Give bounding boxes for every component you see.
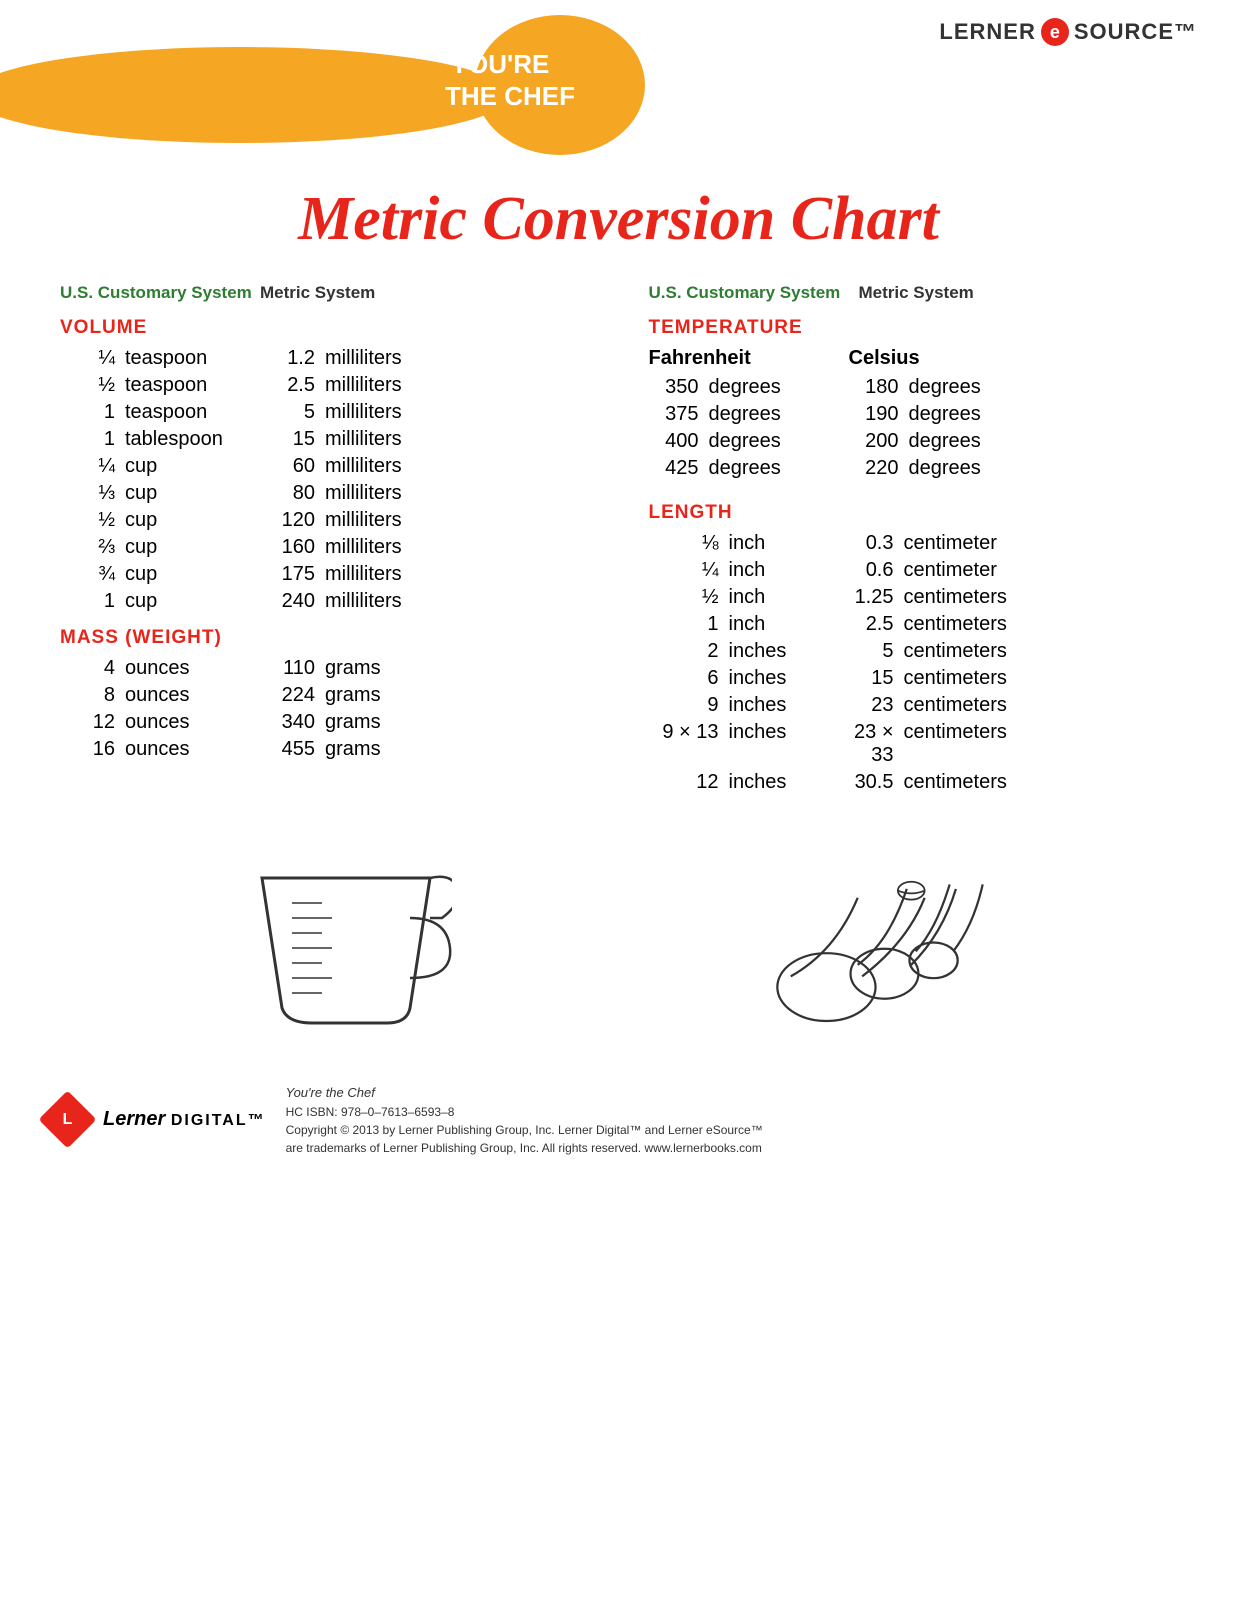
footer-logo: L Lerner DIGITAL™ [40,1092,266,1147]
content-area: U.S. Customary System Metric System VOLU… [0,263,1237,808]
left-metric-header: Metric System [260,283,375,303]
volume-row-4: 1 tablespoon 15 milliliters [60,428,599,451]
length-label: LENGTH [649,502,1188,524]
left-us-header: U.S. Customary System [60,283,260,303]
footer-book-title: You're the Chef [286,1083,763,1103]
volume-row-6: ⅓ cup 80 milliliters [60,482,599,505]
length-row-4: 1 inch 2.5 centimeters [649,613,1188,636]
footer-isbn: HC ISBN: 978–0–7613–6593–8 [286,1103,763,1121]
fahrenheit-header: Fahrenheit [649,347,849,370]
mass-row-2: 8 ounces 224 grams [60,684,599,707]
svg-text:YOU'RE: YOU'RE [451,49,550,79]
length-row-8: 9 × 13 inches 23 × 33 centimeters [649,721,1188,767]
temp-row-2: 375 degrees 190 degrees [649,403,1188,426]
temp-headers: Fahrenheit Celsius [649,347,1188,370]
temp-row-1: 350 degrees 180 degrees [649,376,1188,399]
left-column: U.S. Customary System Metric System VOLU… [60,283,619,798]
measuring-cup-illustration [232,838,452,1038]
lerner-logo-text2: SOURCE™ [1074,19,1197,45]
svg-text:THE CHEF: THE CHEF [445,81,575,111]
volume-row-9: ¾ cup 175 milliliters [60,563,599,586]
volume-row-1: ¼ teaspoon 1.2 milliliters [60,347,599,370]
footer-copyright: Copyright © 2013 by Lerner Publishing Gr… [286,1121,763,1139]
temp-row-4: 425 degrees 220 degrees [649,457,1188,480]
lerner-esource-logo: LERNER e SOURCE™ [939,18,1197,46]
volume-row-7: ½ cup 120 milliliters [60,509,599,532]
length-row-3: ½ inch 1.25 centimeters [649,586,1188,609]
page-header: YOU'RE THE CHEF LERNER e SOURCE™ [0,0,1237,175]
mass-label: MASS (WEIGHT) [60,627,599,649]
lerner-logo-text1: LERNER [939,19,1035,45]
svg-text:L: L [63,1111,73,1128]
mass-row-1: 4 ounces 110 grams [60,657,599,680]
spoon-illustration: YOU'RE THE CHEF [0,0,650,160]
right-col-headers: U.S. Customary System Metric System [649,283,1188,303]
length-row-5: 2 inches 5 centimeters [649,640,1188,663]
temperature-label: TEMPERATURE [649,317,1188,339]
right-metric-header: Metric System [859,283,974,303]
volume-row-5: ¼ cup 60 milliliters [60,455,599,478]
volume-label: VOLUME [60,317,599,339]
mass-row-4: 16 ounces 455 grams [60,738,599,761]
volume-row-3: 1 teaspoon 5 milliliters [60,401,599,424]
volume-row-10: 1 cup 240 milliliters [60,590,599,613]
length-row-1: ⅛ inch 0.3 centimeter [649,532,1188,555]
temp-row-3: 400 degrees 200 degrees [649,430,1188,453]
footer-lerner-text: Lerner DIGITAL™ [103,1108,266,1131]
length-row-6: 6 inches 15 centimeters [649,667,1188,690]
volume-row-8: ⅔ cup 160 milliliters [60,536,599,559]
measuring-spoons-illustration [755,838,1005,1038]
main-title-section: Metric Conversion Chart [0,185,1237,253]
illustrations-section [0,818,1237,1058]
volume-row-2: ½ teaspoon 2.5 milliliters [60,374,599,397]
page-title: Metric Conversion Chart [40,185,1197,253]
lerner-logo-e: e [1041,18,1069,46]
footer-trademark: are trademarks of Lerner Publishing Grou… [286,1139,763,1157]
left-col-headers: U.S. Customary System Metric System [60,283,599,303]
length-row-9: 12 inches 30.5 centimeters [649,771,1188,794]
footer: L Lerner DIGITAL™ You're the Chef HC ISB… [0,1068,1237,1172]
right-us-header: U.S. Customary System [649,283,859,303]
celsius-header: Celsius [849,347,920,370]
lerner-logo-diamond: L [40,1092,95,1147]
right-column: U.S. Customary System Metric System TEMP… [619,283,1188,798]
length-row-7: 9 inches 23 centimeters [649,694,1188,717]
length-row-2: ¼ inch 0.6 centimeter [649,559,1188,582]
mass-row-3: 12 ounces 340 grams [60,711,599,734]
footer-text-block: You're the Chef HC ISBN: 978–0–7613–6593… [286,1083,763,1157]
